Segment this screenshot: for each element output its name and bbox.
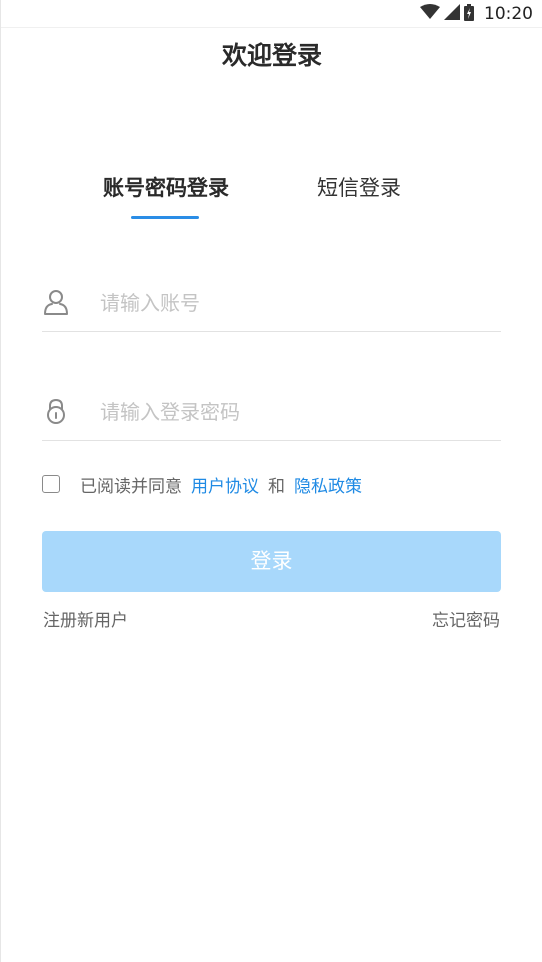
register-link[interactable]: 注册新用户 xyxy=(43,608,128,634)
password-field-row xyxy=(42,384,501,441)
forgot-password-link[interactable]: 忘记密码 xyxy=(432,608,500,634)
status-icons: 10:20 xyxy=(420,3,533,25)
tab-sms[interactable]: 短信登录 xyxy=(315,170,403,206)
agreement-and-text: 和 xyxy=(268,476,285,497)
account-field-row xyxy=(42,275,501,332)
privacy-policy-link[interactable]: 隐私政策 xyxy=(294,472,362,497)
login-button[interactable]: 登录 xyxy=(42,531,501,592)
status-bar: 10:20 xyxy=(1,0,542,28)
agreement-text: 已阅读并同意 xyxy=(80,476,182,497)
cell-signal-icon xyxy=(444,4,460,24)
battery-icon xyxy=(464,3,474,25)
agreement-row: 已阅读并同意 用户协议 和 隐私政策 xyxy=(42,470,362,498)
status-time: 10:20 xyxy=(484,4,533,24)
user-agreement-link[interactable]: 用户协议 xyxy=(191,472,259,497)
account-input[interactable] xyxy=(100,285,490,321)
lock-icon xyxy=(42,397,70,425)
user-icon xyxy=(42,288,70,316)
tab-account-password[interactable]: 账号密码登录 xyxy=(97,170,235,206)
password-input[interactable] xyxy=(100,394,490,430)
agreement-checkbox[interactable] xyxy=(42,475,60,493)
tab-active-indicator xyxy=(131,216,199,219)
page-title: 欢迎登录 xyxy=(221,41,322,70)
wifi-icon xyxy=(420,4,440,24)
login-screen: 10:20 欢迎登录 账号密码登录 短信登录 已阅读并同意 用户协议 和 隐私 xyxy=(0,0,542,962)
